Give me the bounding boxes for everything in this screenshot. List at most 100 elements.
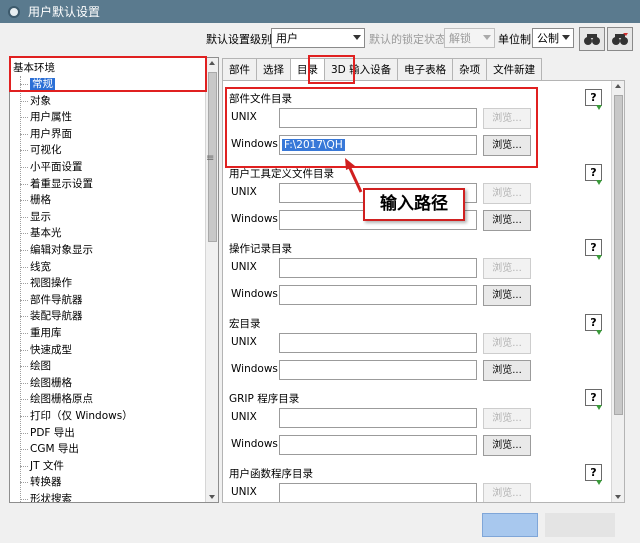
tree-item[interactable]: JT 文件 [10,458,64,474]
tree-item[interactable]: 打印（仅 Windows） [10,408,133,424]
tree-item[interactable]: 线宽 [10,259,51,275]
tree-item-label: 可视化 [30,144,62,156]
app-icon [8,5,20,18]
windows-path-field[interactable] [279,285,477,305]
tree-item[interactable]: 重用库 [10,325,62,341]
help-icon[interactable]: ? [585,314,602,335]
section-title: 用户工具定义文件目录 [229,168,334,180]
scroll-down-icon[interactable] [615,495,621,499]
unit-label: 单位制 [498,33,531,46]
tree-item[interactable]: 对象 [10,93,51,109]
tree-item[interactable]: PDF 导出 [10,425,75,441]
chevron-down-icon [353,35,361,40]
windows-browse-button[interactable]: 浏览... [483,135,531,156]
scroll-up-icon[interactable] [615,84,621,88]
scroll-down-icon[interactable] [209,495,215,499]
tab-misc[interactable]: 杂项 [452,58,488,80]
scroll-up-icon[interactable] [209,61,215,65]
tab-spreadsheet[interactable]: 电子表格 [397,58,454,80]
binoculars-icon [584,34,600,45]
tab-selection[interactable]: 选择 [256,58,291,80]
tree-item[interactable]: 快速成型 [10,342,72,358]
find-modified-button[interactable] [607,27,633,51]
tree-item[interactable]: 小平面设置 [10,159,83,175]
find-button[interactable] [579,27,605,51]
tree-item[interactable]: 视图操作 [10,275,72,291]
title-bar: 用户默认设置 [0,0,640,23]
windows-label: Windows [231,363,278,375]
tree-item-label: 绘图栅格 [30,377,72,389]
section-title: 用户函数程序目录 [229,468,313,480]
unix-path-field[interactable] [279,408,477,428]
tree-root-basic-environment[interactable]: 基本环境 [10,60,55,76]
tree-item[interactable]: 常规 [10,76,55,92]
tree-item-label: 视图操作 [30,277,72,289]
tree-item[interactable]: 基本光 [10,225,62,241]
unix-browse-button[interactable]: 浏览... [483,333,531,354]
tree-item[interactable]: 转换器 [10,474,62,490]
tree-item[interactable]: 用户界面 [10,126,72,142]
chevron-down-icon [483,35,491,40]
unix-label: UNIX [231,186,257,198]
tree-item[interactable]: 可视化 [10,142,62,158]
tree-item[interactable]: CGM 导出 [10,441,79,457]
unix-path-field[interactable] [279,258,477,278]
tree-item-label: 显示 [30,211,51,223]
tree-item[interactable]: 编辑对象显示 [10,242,93,258]
section-title: 部件文件目录 [229,93,292,105]
tree-item[interactable]: 绘图栅格原点 [10,391,93,407]
tree-item-label: 基本光 [30,227,62,239]
panel-scroll-thumb[interactable] [614,95,623,415]
lock-label: 默认的锁定状态 [369,33,446,46]
cancel-button[interactable] [545,513,615,537]
tree-item-label: JT 文件 [30,460,64,472]
windows-label: Windows [231,213,278,225]
windows-path-field[interactable]: F:\2017\QH [279,135,477,155]
unix-path-field[interactable] [279,483,477,502]
category-tree[interactable]: 基本环境 常规 对象 用户属性 用户界面可视化小平面设置 着重显示设置 栅格显示基本光编辑… [9,57,219,503]
windows-browse-button[interactable]: 浏览... [483,435,531,456]
help-icon[interactable]: ? [585,464,602,485]
pane-splitter-grip[interactable]: ≡ [206,153,214,164]
lock-select[interactable]: 解锁 [444,28,495,48]
window-title: 用户默认设置 [28,5,101,19]
unix-browse-button[interactable]: 浏览... [483,408,531,429]
unix-browse-button[interactable]: 浏览... [483,483,531,502]
tree-item-label: 线宽 [30,261,51,273]
tree-item-label: 装配导航器 [30,310,83,322]
unix-browse-button[interactable]: 浏览... [483,183,531,204]
unix-path-field[interactable] [279,333,477,353]
ok-button[interactable] [482,513,538,537]
help-icon[interactable]: ? [585,389,602,410]
chevron-down-icon [562,35,570,40]
unix-browse-button[interactable]: 浏览... [483,108,531,129]
windows-browse-button[interactable]: 浏览... [483,360,531,381]
help-icon[interactable]: ? [585,89,602,110]
tree-item[interactable]: 绘图栅格 [10,375,72,391]
windows-path-field[interactable] [279,360,477,380]
tree-scrollbar[interactable] [205,58,218,502]
tree-item[interactable]: 绘图 [10,358,51,374]
tree-item[interactable]: 用户属性 [10,109,72,125]
tree-item[interactable]: 部件导航器 [10,292,83,308]
windows-browse-button[interactable]: 浏览... [483,210,531,231]
windows-browse-button[interactable]: 浏览... [483,285,531,306]
tab-part[interactable]: 部件 [222,58,257,80]
tab-file-new[interactable]: 文件新建 [486,58,543,80]
unit-select[interactable]: 公制 [532,28,574,48]
help-icon[interactable]: ? [585,164,602,185]
tree-item[interactable]: 着重显示设置 [10,176,93,192]
panel-scrollbar[interactable] [611,81,624,502]
windows-path-field[interactable] [279,435,477,455]
unix-browse-button[interactable]: 浏览... [483,258,531,279]
level-select[interactable]: 用户 [271,28,365,48]
tree-item[interactable]: 栅格 [10,192,51,208]
tree-item[interactable]: 装配导航器 [10,308,83,324]
help-icon[interactable]: ? [585,239,602,260]
tree-item[interactable]: 形状搜索 [10,491,72,502]
tab-3d-input[interactable]: 3D 输入设备 [324,58,399,80]
unix-path-field[interactable] [279,108,477,128]
tab-directories[interactable]: 目录 [290,58,325,80]
tree-item[interactable]: 显示 [10,209,51,225]
unix-label: UNIX [231,111,257,123]
